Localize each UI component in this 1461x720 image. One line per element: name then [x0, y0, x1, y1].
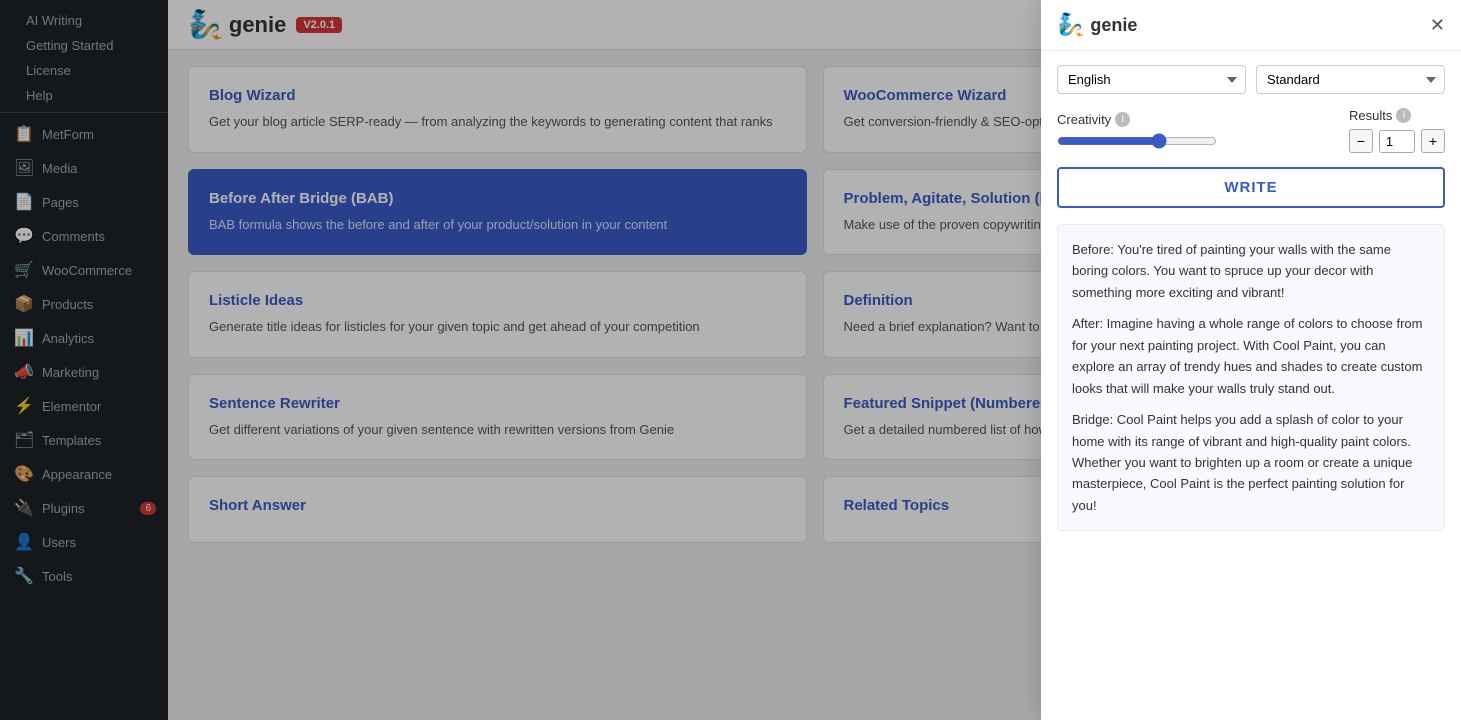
panel-genie-icon: 🧞	[1057, 12, 1084, 38]
panel-logo: 🧞 genie	[1057, 12, 1137, 38]
output-area: Before: You're tired of painting your wa…	[1057, 224, 1445, 531]
output-before: Before: You're tired of painting your wa…	[1072, 239, 1430, 303]
write-button[interactable]: WRITE	[1057, 167, 1445, 208]
results-increment-button[interactable]: +	[1421, 129, 1445, 153]
creativity-control: Creativity i	[1057, 112, 1329, 149]
creativity-label: Creativity i	[1057, 112, 1329, 127]
creativity-info-icon[interactable]: i	[1115, 112, 1130, 127]
results-stepper: − +	[1349, 129, 1445, 153]
panel-close-button[interactable]: ✕	[1430, 16, 1445, 34]
panel-logo-text: genie	[1090, 15, 1137, 36]
results-decrement-button[interactable]: −	[1349, 129, 1373, 153]
panel-selects: English Spanish French Standard Advanced	[1057, 65, 1445, 94]
panel-header: 🧞 genie ✕	[1041, 0, 1461, 51]
output-bridge: Bridge: Cool Paint helps you add a splas…	[1072, 409, 1430, 516]
output-after: After: Imagine having a whole range of c…	[1072, 313, 1430, 399]
results-control: Results i − +	[1349, 108, 1445, 153]
standard-select[interactable]: Standard Advanced	[1256, 65, 1445, 94]
panel-body: English Spanish French Standard Advanced…	[1041, 51, 1461, 720]
results-value-input[interactable]	[1379, 130, 1415, 153]
language-select[interactable]: English Spanish French	[1057, 65, 1246, 94]
panel-controls-row: Creativity i Results i − +	[1057, 108, 1445, 153]
results-label: Results i	[1349, 108, 1445, 123]
right-panel: 🧞 genie ✕ English Spanish French Standar…	[1041, 0, 1461, 720]
creativity-slider[interactable]	[1057, 133, 1217, 149]
results-info-icon[interactable]: i	[1396, 108, 1411, 123]
